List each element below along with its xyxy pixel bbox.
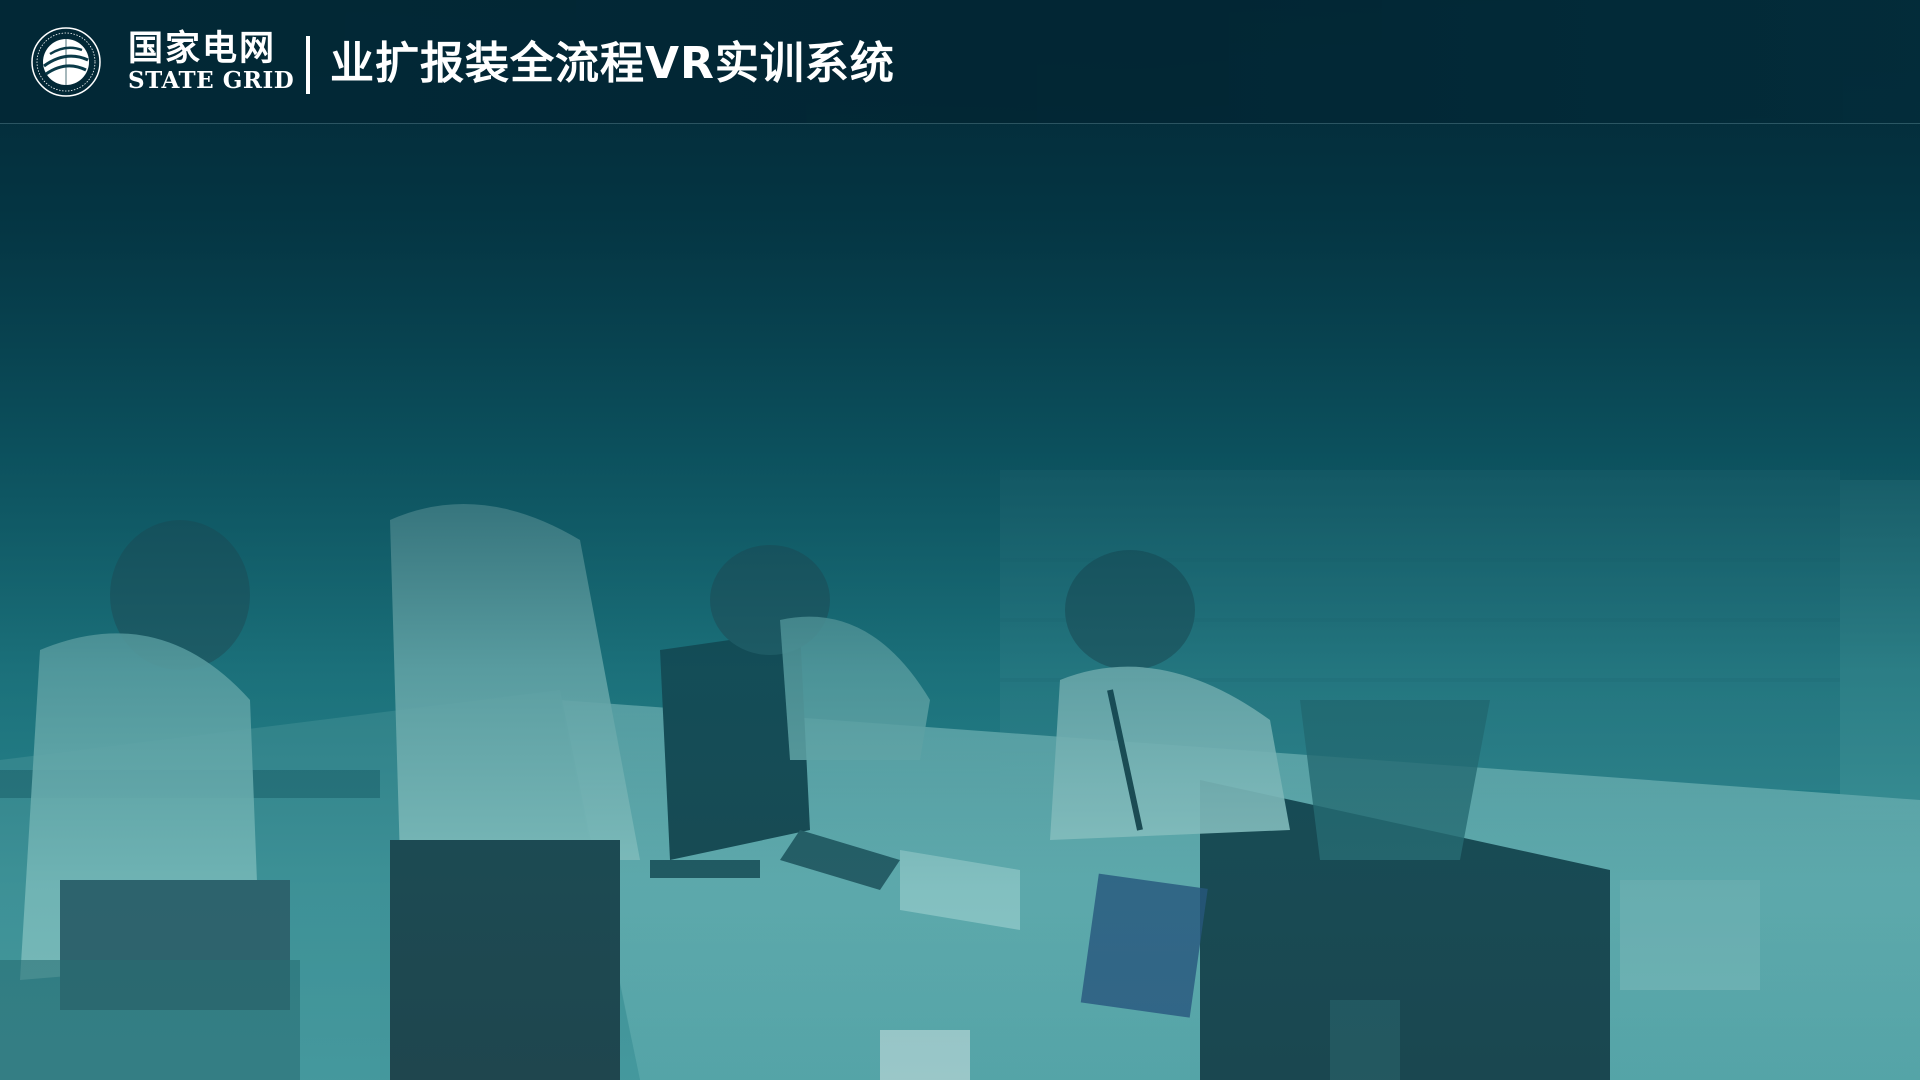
brand-name-cn: 国家电网 bbox=[128, 29, 277, 69]
top-header-bar: 国家电网 STATE GRID 业扩报装全流程VR实训系统 bbox=[0, 0, 1920, 124]
state-grid-emblem-icon bbox=[31, 27, 101, 97]
background-tint-overlay bbox=[0, 0, 1920, 1080]
brand-name-en: STATE GRID bbox=[128, 67, 295, 94]
brand-wordmark: 国家电网 STATE GRID bbox=[128, 30, 294, 93]
app-title: 业扩报装全流程VR实训系统 bbox=[330, 38, 895, 89]
app-stage: 国家电网 STATE GRID 业扩报装全流程VR实训系统 bbox=[0, 0, 1920, 1080]
header-divider bbox=[306, 36, 310, 94]
